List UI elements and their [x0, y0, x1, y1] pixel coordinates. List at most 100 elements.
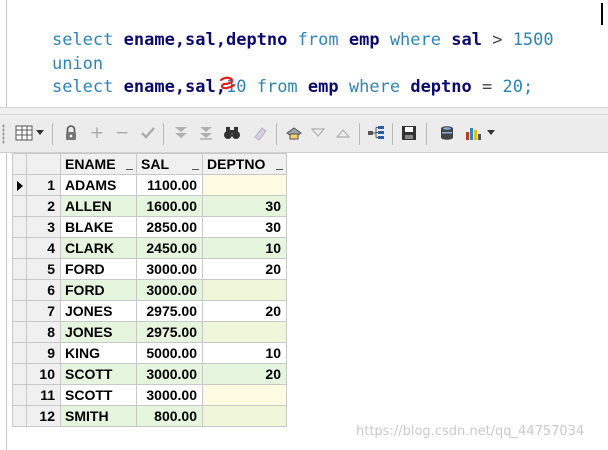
tree-icon[interactable] — [366, 123, 386, 143]
cell-deptno[interactable] — [202, 384, 287, 406]
find-binoculars-icon[interactable] — [222, 123, 242, 143]
database-icon[interactable] — [437, 123, 457, 143]
lock-icon[interactable] — [61, 123, 81, 143]
table-row[interactable]: 2 ALLEN 1600.00 30 — [12, 195, 287, 217]
column-header-sal[interactable]: SAL — [136, 153, 203, 175]
cell-sal[interactable]: 5000.00 — [136, 342, 203, 364]
column-menu-icon[interactable] — [126, 169, 133, 170]
cell-deptno[interactable] — [202, 321, 287, 343]
cell-ename[interactable]: CLARK — [60, 237, 137, 259]
table-row[interactable]: 7 JONES 2975.00 20 — [12, 300, 287, 322]
cell-ename[interactable]: BLAKE — [60, 216, 137, 238]
save-icon[interactable] — [399, 123, 419, 143]
column-menu-icon[interactable] — [192, 169, 199, 170]
row-number[interactable]: 9 — [26, 342, 61, 364]
cell-deptno[interactable]: 30 — [202, 195, 287, 217]
cell-sal[interactable]: 3000.00 — [136, 258, 203, 280]
row-indicator[interactable] — [12, 258, 27, 280]
row-indicator[interactable] — [12, 216, 27, 238]
table-row[interactable]: 5 FORD 3000.00 20 — [12, 258, 287, 280]
grid-corner-rownum[interactable] — [26, 153, 61, 175]
cell-deptno[interactable]: 30 — [202, 216, 287, 238]
cell-ename[interactable]: SMITH — [60, 405, 137, 427]
cell-deptno[interactable] — [202, 279, 287, 301]
row-number[interactable]: 11 — [26, 384, 61, 406]
row-indicator[interactable] — [12, 405, 27, 427]
row-number[interactable]: 6 — [26, 279, 61, 301]
row-number[interactable]: 10 — [26, 363, 61, 385]
cell-ename[interactable]: FORD — [60, 279, 137, 301]
row-indicator[interactable] — [12, 195, 27, 217]
delete-record-icon[interactable]: − — [112, 123, 132, 143]
table-row[interactable]: 8 JONES 2975.00 — [12, 321, 287, 343]
row-indicator[interactable] — [12, 279, 27, 301]
cell-sal[interactable]: 2975.00 — [136, 300, 203, 322]
cell-ename[interactable]: KING — [60, 342, 137, 364]
cell-ename[interactable]: ADAMS — [60, 174, 137, 196]
grid-corner-indicator[interactable] — [12, 153, 27, 175]
table-row[interactable]: 6 FORD 3000.00 — [12, 279, 287, 301]
row-number[interactable]: 8 — [26, 321, 61, 343]
sort-down-icon[interactable] — [308, 123, 328, 143]
column-menu-icon[interactable] — [276, 169, 283, 170]
clear-eraser-icon[interactable] — [250, 123, 270, 143]
row-indicator[interactable] — [12, 384, 27, 406]
row-indicator[interactable] — [12, 174, 27, 196]
filter-down-icon[interactable] — [171, 123, 191, 143]
table-row[interactable]: 4 CLARK 2450.00 10 — [12, 237, 287, 259]
row-indicator[interactable] — [12, 363, 27, 385]
cell-sal[interactable]: 3000.00 — [136, 279, 203, 301]
cell-ename[interactable]: JONES — [60, 321, 137, 343]
cell-sal[interactable]: 2450.00 — [136, 237, 203, 259]
cell-sal[interactable]: 800.00 — [136, 405, 203, 427]
cell-deptno[interactable]: 10 — [202, 237, 287, 259]
print-icon[interactable] — [284, 123, 304, 143]
cell-ename[interactable]: JONES — [60, 300, 137, 322]
row-indicator[interactable] — [12, 237, 27, 259]
cell-deptno[interactable]: 20 — [202, 363, 287, 385]
row-indicator[interactable] — [12, 300, 27, 322]
row-number[interactable]: 5 — [26, 258, 61, 280]
add-record-icon[interactable]: + — [87, 123, 107, 143]
row-number[interactable]: 4 — [26, 237, 61, 259]
sql-line-1[interactable]: select ename,sal,deptno from emp where s… — [11, 4, 554, 50]
cell-deptno[interactable]: 20 — [202, 258, 287, 280]
row-number[interactable]: 7 — [26, 300, 61, 322]
toolbar-grip[interactable] — [2, 124, 5, 144]
column-header-ename[interactable]: ENAME — [60, 153, 137, 175]
cell-sal[interactable]: 3000.00 — [136, 384, 203, 406]
post-check-icon[interactable] — [138, 123, 158, 143]
table-row[interactable]: 9 KING 5000.00 10 — [12, 342, 287, 364]
table-row[interactable]: 3 BLAKE 2850.00 30 — [12, 216, 287, 238]
chart-icon[interactable] — [463, 123, 483, 143]
row-number[interactable]: 12 — [26, 405, 61, 427]
table-row[interactable]: 1 ADAMS 1100.00 — [12, 174, 287, 196]
filter-clear-icon[interactable] — [196, 123, 216, 143]
sql-line-2[interactable]: union — [11, 28, 103, 74]
row-number[interactable]: 2 — [26, 195, 61, 217]
result-grid[interactable]: ENAME SAL DEPTNO 1 ADAMS 1100.00 2 ALLEN 160… — [12, 153, 287, 427]
row-indicator[interactable] — [12, 342, 27, 364]
cell-ename[interactable]: ALLEN — [60, 195, 137, 217]
editor-grid-splitter[interactable] — [0, 107, 608, 115]
cell-ename[interactable]: FORD — [60, 258, 137, 280]
table-row[interactable]: 11 SCOTT 3000.00 — [12, 384, 287, 406]
table-row[interactable]: 12 SMITH 800.00 — [12, 405, 287, 427]
cell-sal[interactable]: 2975.00 — [136, 321, 203, 343]
sort-up-icon[interactable] — [333, 123, 353, 143]
row-number[interactable]: 3 — [26, 216, 61, 238]
grid-layout-icon[interactable] — [14, 123, 34, 143]
dropdown-arrow-icon[interactable] — [485, 123, 497, 143]
cell-sal[interactable]: 1600.00 — [136, 195, 203, 217]
sql-line-3[interactable]: select ename,sal,10 from emp where deptn… — [11, 51, 533, 97]
cell-ename[interactable]: SCOTT — [60, 384, 137, 406]
cell-sal[interactable]: 2850.00 — [136, 216, 203, 238]
cell-deptno[interactable] — [202, 405, 287, 427]
row-number[interactable]: 1 — [26, 174, 61, 196]
cell-deptno[interactable]: 20 — [202, 300, 287, 322]
cell-deptno[interactable]: 10 — [202, 342, 287, 364]
row-indicator[interactable] — [12, 321, 27, 343]
cell-ename[interactable]: SCOTT — [60, 363, 137, 385]
table-row[interactable]: 10 SCOTT 3000.00 20 — [12, 363, 287, 385]
cell-sal[interactable]: 1100.00 — [136, 174, 203, 196]
